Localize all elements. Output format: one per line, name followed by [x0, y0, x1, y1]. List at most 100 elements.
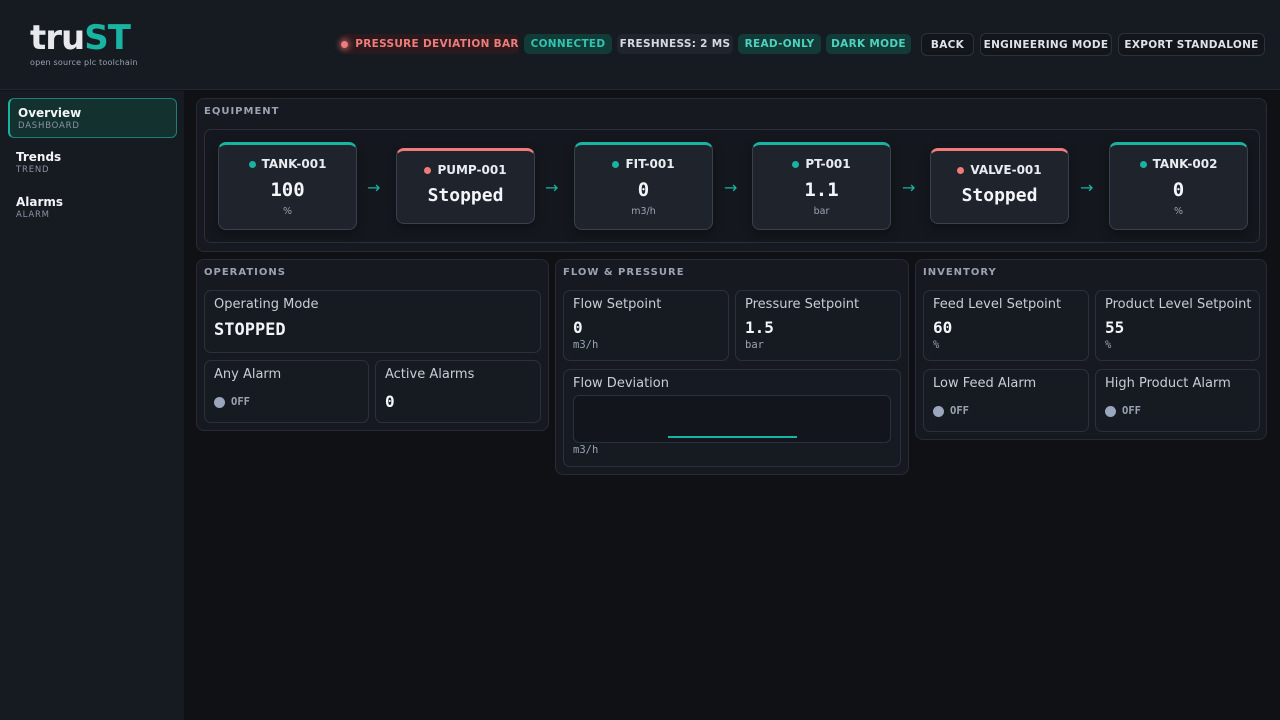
logo: truST open source plc toolchain	[30, 18, 138, 67]
product-level-setpoint-value: 55	[1105, 318, 1125, 337]
equipment-name: TANK-002	[1110, 157, 1247, 171]
sidebar-item-sublabel: ALARM	[16, 210, 50, 220]
status-dot-icon	[612, 160, 620, 168]
indicator-lamp-icon	[214, 396, 225, 408]
low-feed-alarm-indicator: OFF	[933, 405, 969, 417]
sidebar-item-trends[interactable]: Trends TREND	[8, 143, 177, 183]
equipment-value: 1.1	[804, 179, 839, 201]
equipment-name-text: TANK-002	[1152, 157, 1218, 171]
flow-setpoint-label: Flow Setpoint	[573, 297, 662, 312]
feed-level-setpoint-label: Feed Level Setpoint	[933, 297, 1062, 312]
any-alarm-state: OFF	[231, 396, 250, 408]
equipment-card-valve-001[interactable]: VALVE-001 Stopped	[930, 148, 1069, 224]
sidebar-item-alarms[interactable]: Alarms ALARM	[8, 188, 177, 228]
equipment-name-text: PT-001	[805, 157, 851, 171]
any-alarm-tile: Any Alarm OFF	[204, 360, 369, 423]
flow-arrow-icon: →	[724, 178, 738, 197]
any-alarm-label: Any Alarm	[214, 367, 282, 382]
sidebar-item-overview[interactable]: Overview DASHBOARD	[8, 98, 177, 138]
status-dot-icon	[957, 166, 965, 174]
flow-setpoint-tile: Flow Setpoint 0 m3/h	[563, 290, 729, 361]
status-dot-icon	[248, 160, 256, 168]
equipment-unit: m3/h	[631, 206, 656, 217]
pressure-setpoint-value: 1.5	[745, 318, 774, 337]
flow-deviation-unit: m3/h	[573, 444, 599, 456]
flow-arrow-icon: →	[902, 178, 916, 197]
sidebar-item-label: Alarms	[16, 195, 64, 209]
indicator-lamp-icon	[1105, 405, 1116, 417]
pressure-setpoint-unit: bar	[745, 339, 764, 351]
low-feed-alarm-label: Low Feed Alarm	[933, 376, 1037, 391]
active-alarms-tile: Active Alarms 0	[375, 360, 541, 423]
equipment-card-pt-001[interactable]: PT-001 1.1 bar	[752, 142, 891, 230]
equipment-card-tank-001[interactable]: TANK-001 100 %	[218, 142, 357, 230]
sidebar-item-sublabel: DASHBOARD	[18, 121, 80, 131]
sidebar-item-sublabel: TREND	[16, 165, 50, 175]
flow-arrow-icon: →	[545, 178, 559, 197]
logo-part-1: tru	[30, 18, 85, 58]
alarm-status-pill: PRESSURE DEVIATION BAR	[341, 34, 519, 54]
flow-pressure-panel-title: FLOW & PRESSURE	[563, 267, 685, 278]
logo-part-2: ST	[84, 18, 131, 58]
equipment-value: 100	[270, 179, 305, 201]
alarm-status-text: PRESSURE DEVIATION BAR	[355, 38, 519, 50]
feed-level-setpoint-tile: Feed Level Setpoint 60 %	[923, 290, 1089, 361]
product-level-setpoint-tile: Product Level Setpoint 55 %	[1095, 290, 1260, 361]
dark-mode-toggle[interactable]: DARK MODE	[826, 34, 911, 54]
high-product-alarm-indicator: OFF	[1105, 405, 1141, 417]
equipment-name-text: TANK-001	[261, 157, 327, 171]
high-product-alarm-label: High Product Alarm	[1105, 376, 1231, 391]
equipment-unit: %	[1173, 206, 1184, 217]
equipment-name: PUMP-001	[397, 163, 534, 177]
export-standalone-button[interactable]: EXPORT STANDALONE	[1118, 33, 1265, 56]
high-product-alarm-tile: High Product Alarm OFF	[1095, 369, 1260, 432]
status-dot-icon	[1139, 160, 1147, 168]
flow-deviation-label: Flow Deviation	[573, 376, 669, 391]
equipment-name-text: FIT-001	[625, 157, 675, 171]
flow-arrow-icon: →	[1080, 178, 1094, 197]
flow-setpoint-unit: m3/h	[573, 339, 599, 351]
logo-wordmark: truST	[30, 18, 138, 58]
equipment-value: 0	[1172, 179, 1185, 201]
read-only-badge: READ-ONLY	[738, 34, 821, 54]
equipment-name: PT-001	[753, 157, 890, 171]
equipment-card-tank-002[interactable]: TANK-002 0 %	[1109, 142, 1248, 230]
feed-level-setpoint-value: 60	[933, 318, 953, 337]
back-button[interactable]: BACK	[921, 33, 974, 56]
equipment-value: Stopped	[961, 185, 1038, 206]
operations-panel-title: OPERATIONS	[204, 267, 286, 278]
operating-mode-tile: Operating Mode STOPPED	[204, 290, 541, 353]
app-header: truST open source plc toolchain PRESSURE…	[0, 0, 1280, 90]
low-feed-alarm-state: OFF	[950, 405, 969, 417]
equipment-card-pump-001[interactable]: PUMP-001 Stopped	[396, 148, 535, 224]
status-dot-icon	[424, 166, 432, 174]
low-feed-alarm-tile: Low Feed Alarm OFF	[923, 369, 1089, 432]
equipment-unit: bar	[813, 206, 830, 217]
sidebar-item-label: Overview	[18, 106, 82, 120]
flow-deviation-trace	[668, 436, 797, 438]
flow-deviation-sparkline	[573, 395, 891, 443]
equipment-panel-title: EQUIPMENT	[204, 106, 280, 117]
connection-badge: CONNECTED	[524, 34, 612, 54]
flow-arrow-icon: →	[367, 178, 381, 197]
pressure-setpoint-label: Pressure Setpoint	[745, 297, 860, 312]
equipment-unit: %	[282, 206, 293, 217]
sidebar: Overview DASHBOARD Trends TREND Alarms A…	[0, 91, 184, 720]
active-alarms-label: Active Alarms	[385, 367, 475, 382]
pressure-setpoint-tile: Pressure Setpoint 1.5 bar	[735, 290, 901, 361]
equipment-card-fit-001[interactable]: FIT-001 0 m3/h	[574, 142, 713, 230]
equipment-name-text: VALVE-001	[970, 163, 1042, 177]
equipment-value: Stopped	[427, 185, 504, 206]
engineering-mode-button[interactable]: ENGINEERING MODE	[980, 33, 1112, 56]
equipment-name: FIT-001	[575, 157, 712, 171]
indicator-lamp-icon	[933, 405, 944, 417]
equipment-value: 0	[637, 179, 650, 201]
flow-deviation-tile: Flow Deviation m3/h	[563, 369, 901, 467]
high-product-alarm-state: OFF	[1122, 405, 1141, 417]
equipment-name: VALVE-001	[931, 163, 1068, 177]
equipment-name: TANK-001	[219, 157, 356, 171]
product-level-setpoint-unit: %	[1105, 339, 1112, 351]
product-level-setpoint-label: Product Level Setpoint	[1105, 297, 1252, 312]
operating-mode-label: Operating Mode	[214, 297, 319, 312]
equipment-name-text: PUMP-001	[437, 163, 507, 177]
